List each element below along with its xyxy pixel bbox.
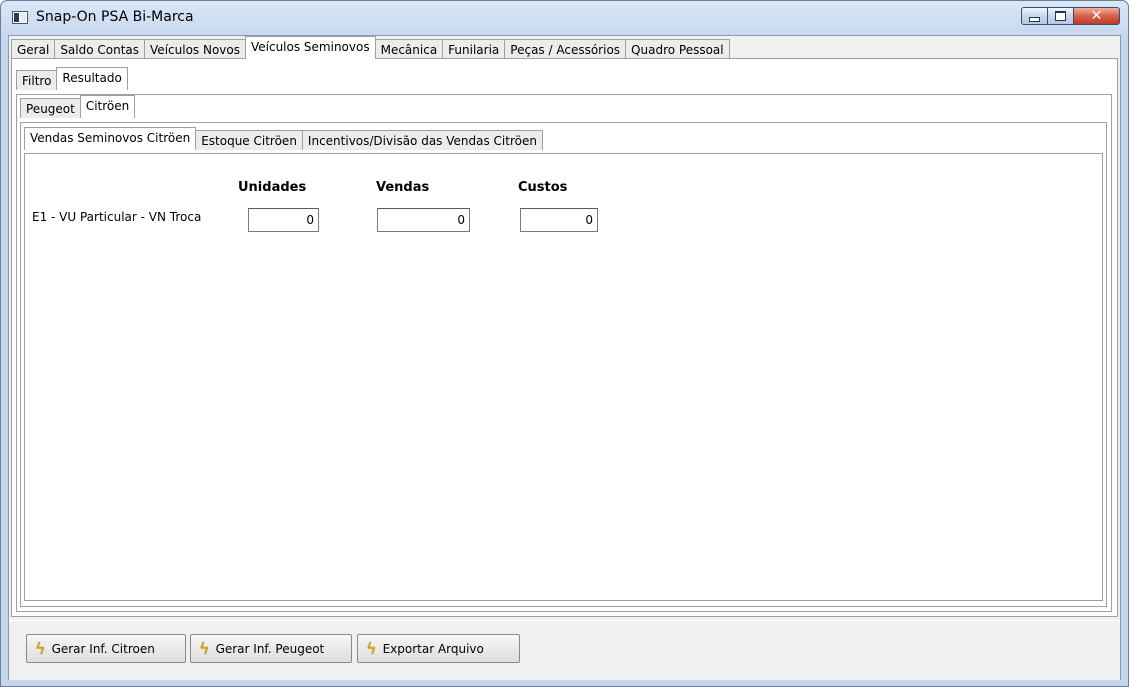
button-label: Gerar Inf. Citroen: [51, 641, 155, 656]
main-tab-panel: Filtro Resultado Peugeot Citröen Vendas …: [11, 58, 1118, 617]
lightning-bolt-icon: ϟ: [199, 639, 210, 658]
title-bar[interactable]: Snap-On PSA Bi-Marca ✕: [1, 1, 1128, 35]
tab-peugeot[interactable]: Peugeot: [20, 98, 81, 118]
lightning-bolt-icon: ϟ: [366, 639, 377, 658]
tab-incentivos-divisao-vendas[interactable]: Incentivos/Divisão das Vendas Citröen: [301, 130, 543, 150]
header-unidades: Unidades: [238, 180, 307, 195]
button-label: Exportar Arquivo: [382, 641, 484, 656]
result-tab-strip: Filtro Resultado: [16, 67, 128, 90]
row-label-e1: E1 - VU Particular - VN Troca: [32, 210, 202, 224]
tab-vendas-seminovos-citroen[interactable]: Vendas Seminovos Citröen: [24, 127, 197, 150]
application-window: Snap-On PSA Bi-Marca ✕ Geral Saldo Conta…: [0, 0, 1129, 687]
brand-tab-strip: Peugeot Citröen: [20, 95, 136, 118]
report-tab-strip: Vendas Seminovos Citröen Estoque Citröen…: [24, 127, 543, 150]
window-title: Snap-On PSA Bi-Marca: [36, 9, 194, 25]
minimize-button[interactable]: [1021, 7, 1048, 25]
result-tab-panel: Peugeot Citröen Vendas Seminovos Citröen…: [16, 94, 1112, 612]
button-label: Gerar Inf. Peugeot: [215, 641, 325, 656]
tab-quadro-pessoal[interactable]: Quadro Pessoal: [625, 39, 730, 59]
tab-saldo-contas[interactable]: Saldo Contas: [54, 39, 146, 59]
close-icon: ✕: [1090, 8, 1103, 24]
tab-resultado[interactable]: Resultado: [56, 67, 128, 90]
tab-veiculos-novos[interactable]: Veículos Novos: [144, 39, 246, 59]
app-window-icon: [12, 11, 28, 24]
brand-tab-panel: Vendas Seminovos Citröen Estoque Citröen…: [20, 122, 1107, 607]
tab-mecanica[interactable]: Mecânica: [374, 39, 444, 59]
header-custos: Custos: [518, 180, 568, 195]
main-tab-strip: Geral Saldo Contas Veículos Novos Veícul…: [11, 36, 730, 59]
unidades-field[interactable]: 0: [248, 208, 319, 232]
tab-filtro[interactable]: Filtro: [16, 70, 58, 90]
report-tab-panel: Unidades Vendas Custos E1 - VU Particula…: [24, 153, 1103, 601]
vendas-field[interactable]: 0: [377, 208, 470, 232]
header-vendas: Vendas: [376, 180, 430, 195]
tab-citroen[interactable]: Citröen: [79, 95, 136, 118]
tab-veiculos-seminovos[interactable]: Veículos Seminovos: [244, 36, 376, 59]
tab-pecas-acessorios[interactable]: Peças / Acessórios: [504, 39, 627, 59]
tab-funilaria[interactable]: Funilaria: [442, 39, 506, 59]
gerar-inf-citroen-button[interactable]: ϟ Gerar Inf. Citroen: [26, 634, 186, 663]
tab-estoque-citroen[interactable]: Estoque Citröen: [195, 130, 303, 150]
custos-field[interactable]: 0: [520, 208, 598, 232]
exportar-arquivo-button[interactable]: ϟ Exportar Arquivo: [357, 634, 520, 663]
tab-geral[interactable]: Geral: [11, 39, 56, 59]
client-area: Geral Saldo Contas Veículos Novos Veícul…: [8, 35, 1121, 680]
minimize-icon: [1029, 16, 1040, 22]
maximize-button[interactable]: [1048, 7, 1074, 25]
gerar-inf-peugeot-button[interactable]: ϟ Gerar Inf. Peugeot: [190, 634, 352, 663]
maximize-icon: [1055, 11, 1066, 21]
bottom-toolbar: ϟ Gerar Inf. Citroen ϟ Gerar Inf. Peugeo…: [9, 620, 1120, 680]
lightning-bolt-icon: ϟ: [35, 639, 46, 658]
close-button[interactable]: ✕: [1074, 7, 1120, 25]
